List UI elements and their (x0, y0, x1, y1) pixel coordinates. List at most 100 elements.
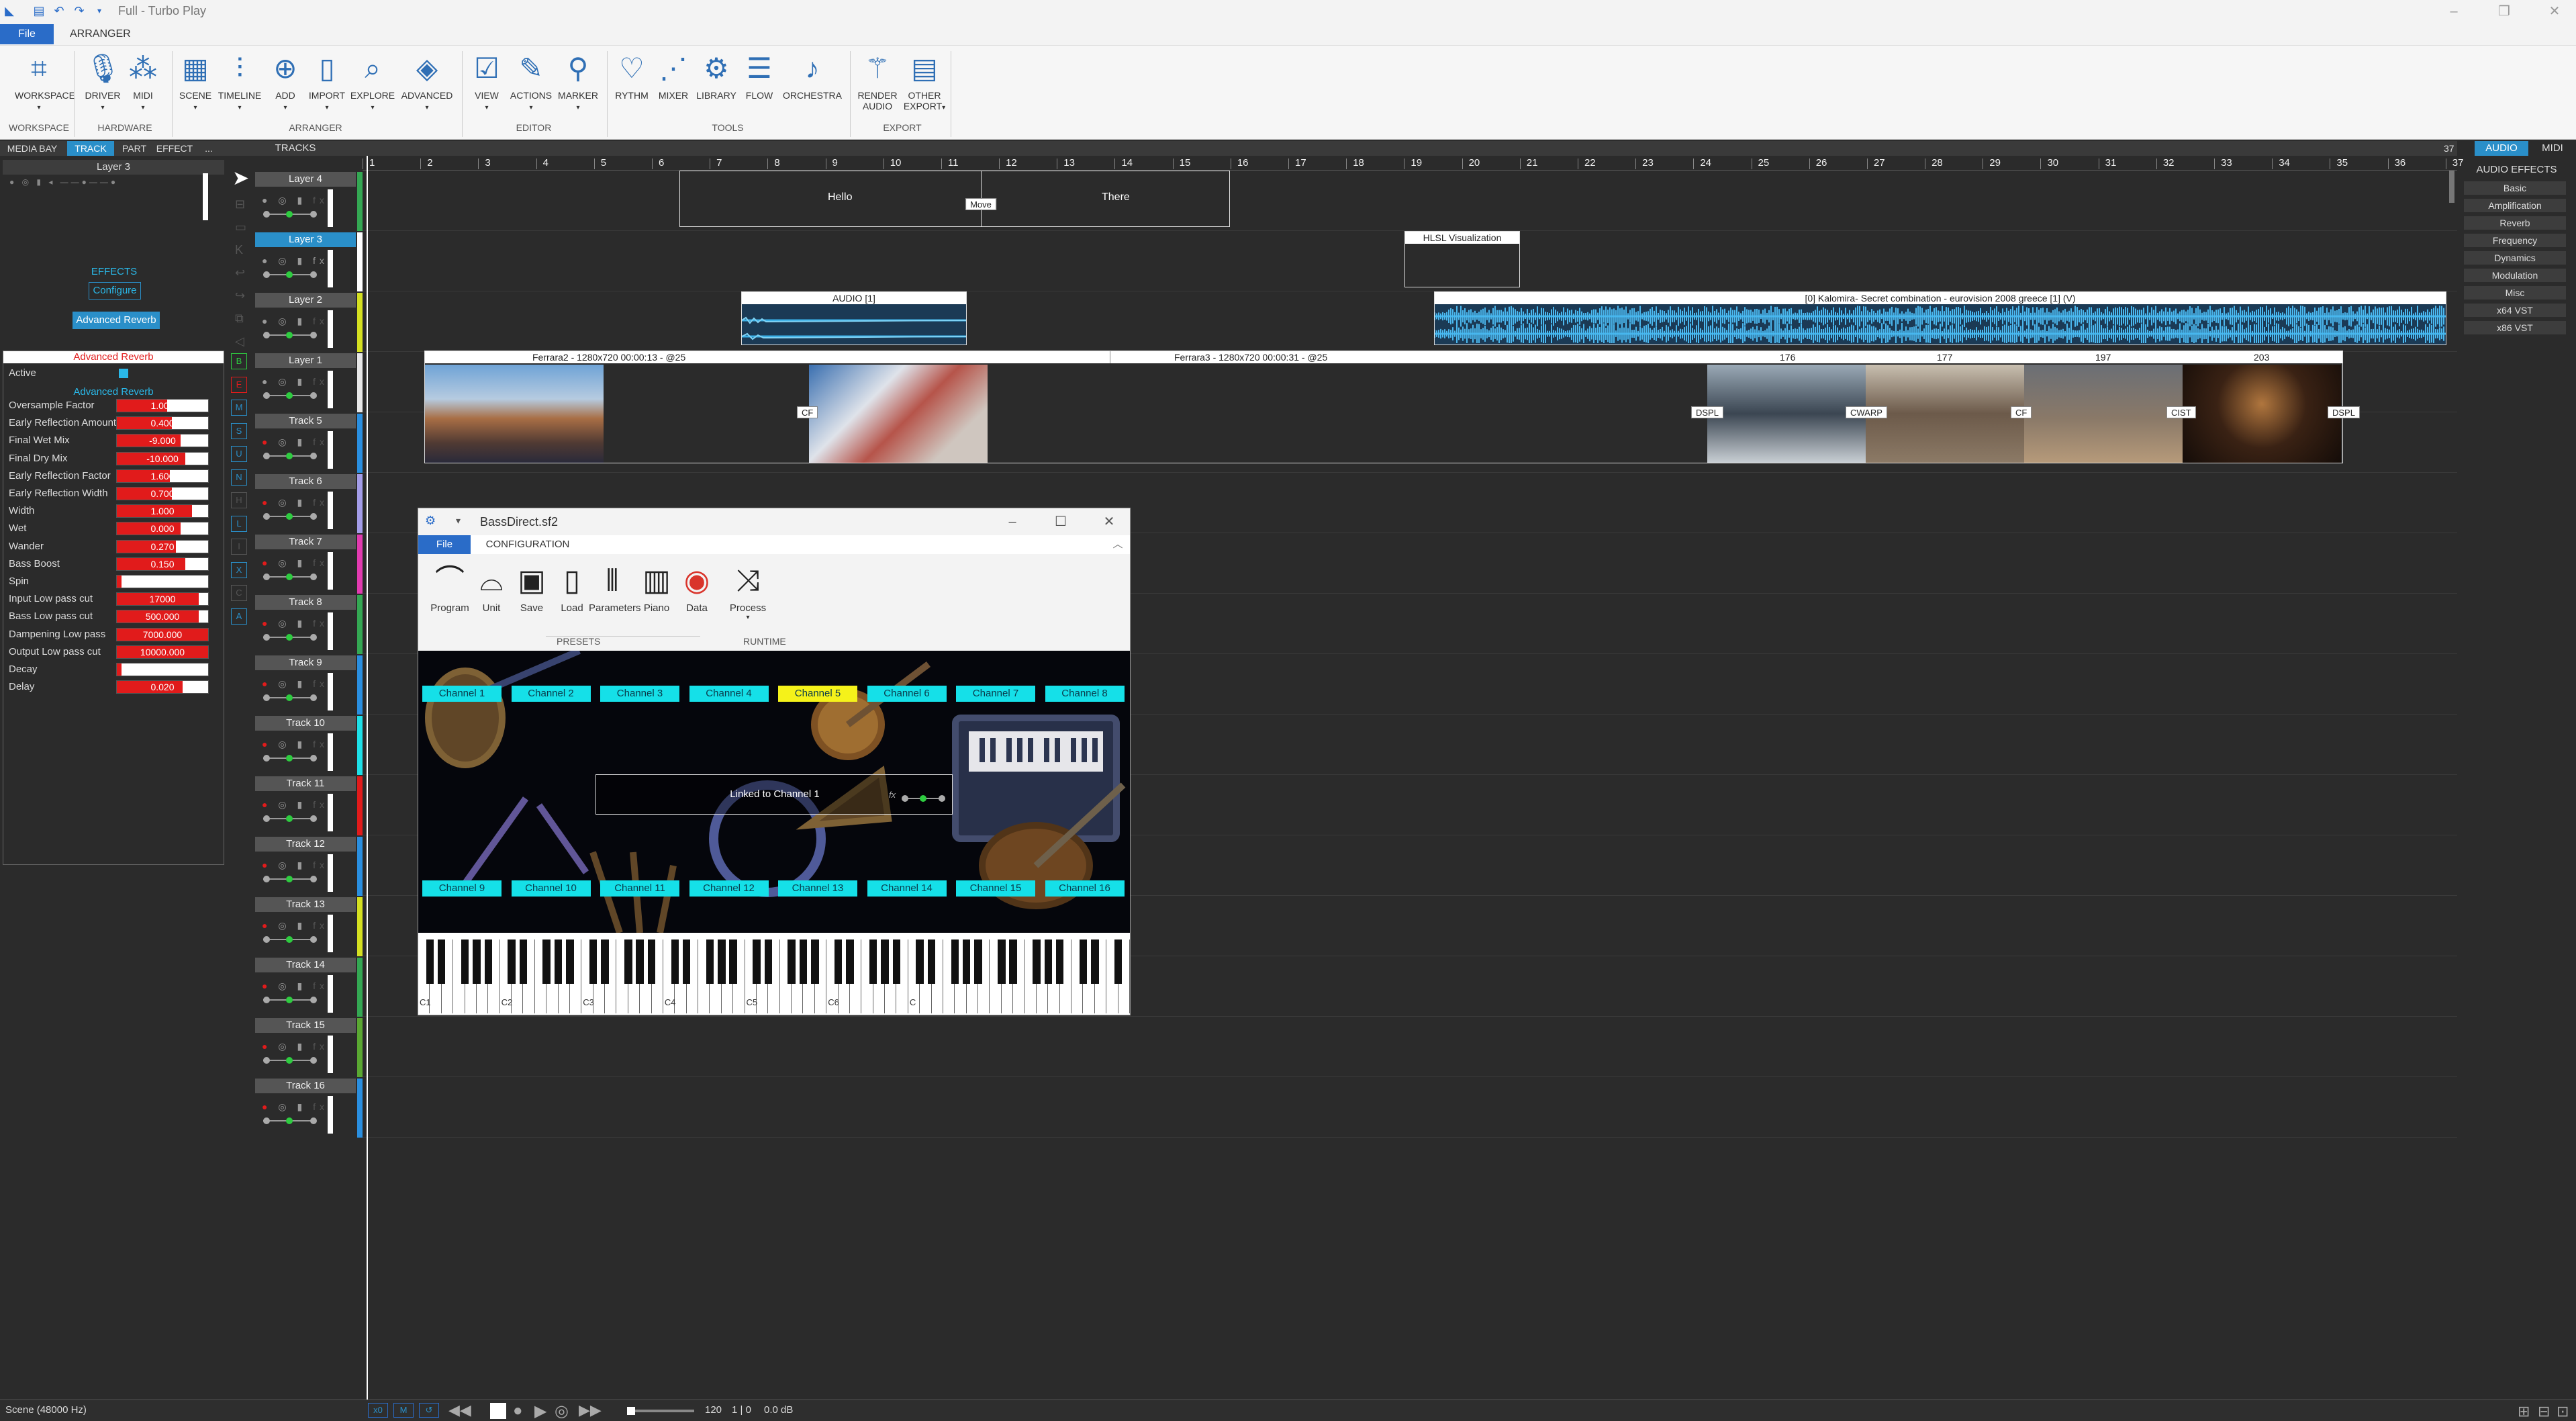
fit-icon[interactable]: ⊡ (2557, 1403, 2569, 1420)
channel-button[interactable]: Channel 7 (956, 686, 1035, 702)
param-slider[interactable]: 0.400 (116, 416, 209, 430)
plugin-maximize-icon[interactable]: ☐ (1051, 512, 1071, 531)
track-name[interactable]: Track 7 (255, 535, 356, 549)
track-header[interactable]: Track 7 ● ◎ ▮ fx (255, 535, 363, 594)
param-value[interactable]: 0.270 (117, 541, 208, 552)
track-controls[interactable]: ● ◎ ▮ fx (262, 497, 328, 508)
black-key[interactable] (682, 939, 691, 984)
param-value[interactable]: 0.020 (117, 682, 208, 692)
channel-button[interactable]: Channel 6 (867, 686, 947, 702)
transition-cist[interactable]: CIST (2166, 406, 2196, 418)
track-header[interactable]: Track 5 ● ◎ ▮ fx (255, 414, 363, 473)
param-value[interactable]: 1.000 (117, 506, 208, 516)
playhead[interactable] (367, 156, 368, 1400)
black-key[interactable] (729, 939, 737, 984)
clip-audio1[interactable]: AUDIO [1] (741, 291, 967, 345)
audio-effect-item[interactable]: Misc (2464, 286, 2566, 300)
black-key[interactable] (484, 939, 492, 984)
transition-cwarp[interactable]: CWARP (1846, 406, 1887, 418)
channel-button[interactable]: Channel 4 (689, 686, 769, 702)
black-key[interactable] (519, 939, 528, 984)
black-key[interactable] (753, 939, 761, 984)
loop-record-icon[interactable]: ◎ (555, 1402, 569, 1421)
param-slider[interactable]: 0.700 (116, 575, 209, 588)
param-slider[interactable]: 0.020 (116, 680, 209, 694)
move-button[interactable]: Move (965, 198, 996, 210)
track-header[interactable]: Layer 3 ● ◎ ▮ fx (255, 232, 363, 291)
marker-button[interactable]: ⚲ MARKER ▾ (555, 51, 602, 111)
track-lane[interactable] (363, 172, 2457, 231)
audio-effect-item[interactable]: Dynamics (2464, 251, 2566, 265)
channel-button[interactable]: Channel 10 (511, 880, 591, 897)
render-audio-button[interactable]: ⚚ RENDER AUDIO (854, 51, 901, 111)
channel-button[interactable]: Channel 11 (600, 880, 679, 897)
other-export-button[interactable]: ▤ OTHER EXPORT▾ (901, 51, 948, 111)
volume-knob[interactable] (286, 997, 293, 1003)
track-header[interactable]: Track 10 ● ◎ ▮ fx (255, 716, 363, 775)
track-volume-slider[interactable] (263, 936, 317, 943)
zoom-in-icon[interactable]: ⊞ (2518, 1403, 2530, 1420)
edit-tool-icon[interactable]: ↪ (235, 289, 245, 303)
track-name[interactable]: Track 6 (255, 474, 356, 489)
plugin-tab-configuration[interactable]: CONFIGURATION (477, 535, 578, 554)
transition-cf-2[interactable]: CF (2011, 406, 2032, 418)
channel-button[interactable]: Channel 3 (600, 686, 679, 702)
play-icon[interactable]: ▶ (534, 1402, 546, 1421)
param-slider[interactable]: -10.000 (116, 451, 209, 465)
linked-slider[interactable] (902, 795, 945, 802)
black-key[interactable] (589, 939, 598, 984)
redo-icon[interactable]: ↷ (73, 4, 86, 17)
black-key[interactable] (927, 939, 936, 984)
plugin-menu-icon[interactable]: ▾ (456, 515, 461, 526)
track-controls[interactable]: ● ◎ ▮ fx (262, 316, 328, 327)
param-value[interactable]: 3.200 (117, 664, 208, 675)
param-slider[interactable]: 3.200 (116, 663, 209, 676)
audio-effect-item[interactable]: Basic (2464, 181, 2566, 195)
volume-knob[interactable] (286, 211, 293, 218)
flow-button[interactable]: ☰ FLOW (736, 51, 783, 101)
stop-icon[interactable] (490, 1403, 506, 1419)
black-key[interactable] (998, 939, 1006, 984)
plugin-parameters-button[interactable]: ⫴ Parameters (589, 562, 641, 614)
param-slider[interactable]: 1.600 (116, 469, 209, 483)
loop-icon[interactable]: ↺ (419, 1403, 439, 1418)
param-slider[interactable]: 10000.000 (116, 645, 209, 659)
track-name[interactable]: Track 10 (255, 716, 356, 731)
timeline-ruler[interactable]: 1234567891011121314151617181920212223242… (363, 141, 2461, 167)
track-volume-slider[interactable] (263, 332, 317, 338)
advanced-button[interactable]: ◈ ADVANCED ▾ (400, 51, 454, 111)
track-name[interactable]: Track 12 (255, 837, 356, 852)
tool-button[interactable]: S (231, 422, 247, 439)
fast-forward-icon[interactable]: ▶▶ (579, 1402, 602, 1419)
close-icon[interactable]: ✕ (2538, 0, 2571, 23)
plugin-data-button[interactable]: ◉ Data (673, 562, 720, 614)
black-key[interactable] (1033, 939, 1041, 984)
black-key[interactable] (426, 939, 434, 984)
param-value[interactable]: 0.150 (117, 559, 208, 569)
track-name[interactable]: Track 8 (255, 595, 356, 610)
param-slider[interactable]: 0.000 (116, 522, 209, 536)
black-key[interactable] (834, 939, 843, 984)
transition-cf-1[interactable]: CF (797, 406, 818, 418)
tempo-value[interactable]: 120 (705, 1404, 722, 1416)
volume-knob[interactable] (286, 271, 293, 278)
track-controls[interactable]: ● ◎ ▮ fx (262, 376, 328, 387)
tab-midi[interactable]: MIDI (2532, 141, 2573, 156)
track-volume-slider[interactable] (263, 574, 317, 580)
plugin-logo-icon[interactable]: ⚙ (425, 514, 436, 528)
channel-button[interactable]: Channel 2 (511, 686, 591, 702)
tool-button[interactable]: C (231, 585, 247, 601)
param-value[interactable]: 0.000 (117, 523, 208, 534)
edit-tool-icon[interactable]: ▭ (235, 220, 246, 234)
param-value[interactable]: 0.400 (117, 418, 208, 428)
channel-button[interactable]: Channel 12 (689, 880, 769, 897)
track-name[interactable]: Track 13 (255, 897, 356, 912)
edit-tool-icon[interactable]: ⧉ (235, 312, 244, 326)
linked-panel[interactable]: Linked to Channel 1 fx (595, 774, 953, 815)
black-key[interactable] (542, 939, 551, 984)
track-header[interactable]: Track 8 ● ◎ ▮ fx (255, 595, 363, 654)
audio-effect-item[interactable]: Amplification (2464, 199, 2566, 212)
param-slider[interactable]: 1.000 (116, 399, 209, 412)
track-volume-slider[interactable] (263, 1117, 317, 1124)
active-checkbox[interactable] (119, 369, 128, 378)
